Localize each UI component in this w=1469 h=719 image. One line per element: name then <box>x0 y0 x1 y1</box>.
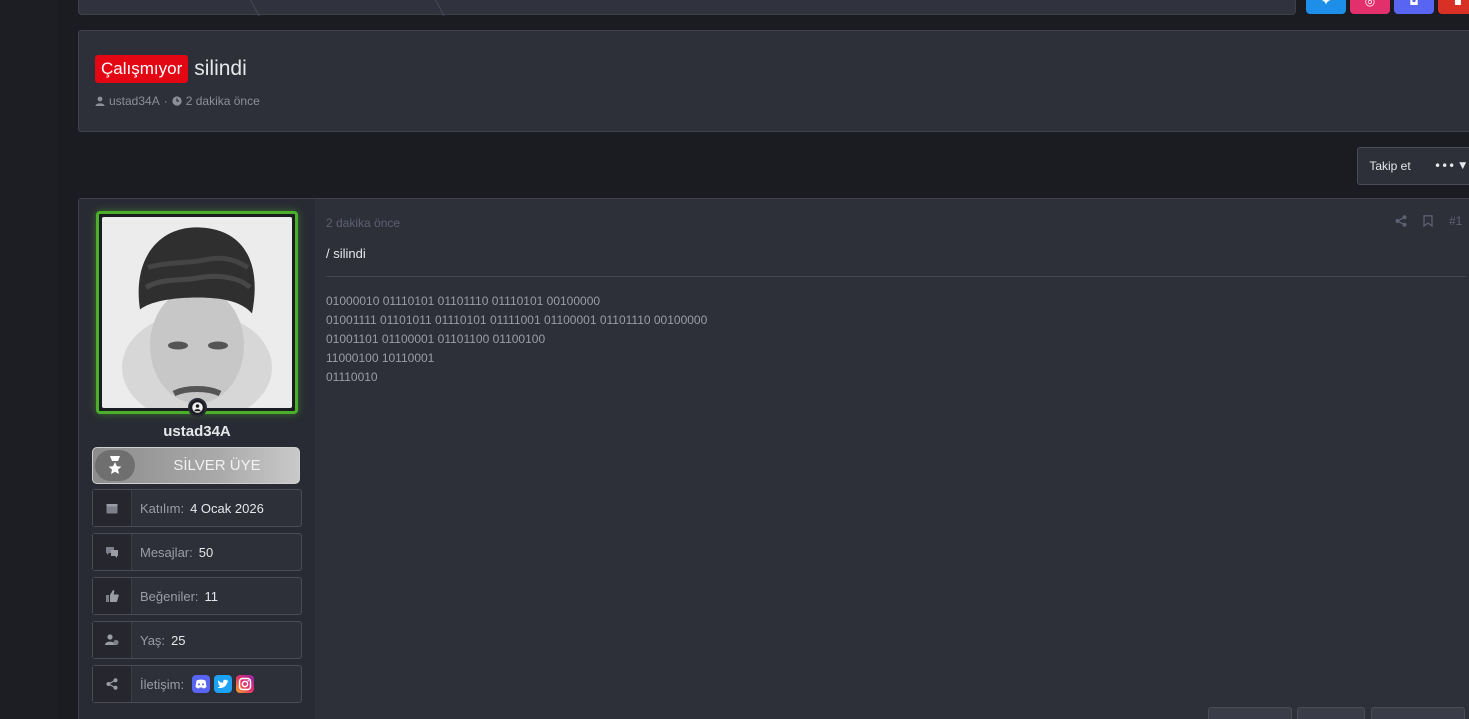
follow-button[interactable]: Takip et <box>1357 147 1423 185</box>
post-heading: / silindi <box>326 246 366 261</box>
stat-label: Mesajlar: <box>140 544 193 560</box>
thread-title: silindi <box>194 57 247 80</box>
share-icon[interactable] <box>1395 215 1407 227</box>
user-icon <box>95 96 105 106</box>
thread-title-row: Çalışmıyor silindi <box>95 55 247 83</box>
post-user-column: ustad34A SİLVER ÜYE Katılım: 4 Ocak 2026… <box>79 199 315 719</box>
breadcrumb-separator <box>417 0 445 16</box>
rank-badge: SİLVER ÜYE <box>92 447 300 484</box>
thread-author-link[interactable]: ustad34A <box>109 94 160 108</box>
instagram-icon: ◎ <box>1364 0 1376 8</box>
post-body-line: 01110010 <box>326 370 378 384</box>
rank-icon <box>95 450 135 481</box>
post-body-line: 11000100 10110001 <box>326 351 435 365</box>
user-stat-likes: Beğeniler: 11 <box>92 577 302 615</box>
avatar-status-icon <box>188 398 207 417</box>
stat-value: 4 Ocak 2026 <box>190 500 264 516</box>
stat-value: 11 <box>204 588 219 604</box>
post-body-line: 01001101 01100001 01101100 01100100 <box>326 332 546 346</box>
post-footer-button[interactable] <box>1371 707 1465 719</box>
instagram-icon[interactable] <box>236 675 255 693</box>
left-gutter <box>0 0 58 719</box>
thread-prefix-badge[interactable]: Çalışmıyor <box>95 55 189 83</box>
user-avatar[interactable] <box>96 211 298 414</box>
caret-down-icon: ▼ <box>1459 161 1467 171</box>
thread-time[interactable]: 2 dakika önce <box>186 94 260 108</box>
social-share-instagram-button[interactable]: ◎ <box>1350 0 1390 14</box>
twitter-icon: ✦ <box>1320 0 1332 8</box>
stat-label: Beğeniler: <box>140 588 199 604</box>
post-body-line: 01000010 01110101 01101110 01110101 0010… <box>326 294 601 308</box>
bookmark-icon[interactable] <box>1423 215 1433 227</box>
youtube-icon: ▪ <box>1453 0 1463 8</box>
stat-value[interactable]: 50 <box>199 545 213 560</box>
discord-icon[interactable] <box>192 675 211 693</box>
discord-icon: ◘ <box>1409 0 1419 8</box>
user-stat-joined: Katılım: 4 Ocak 2026 <box>92 489 302 527</box>
avatar-image <box>102 217 292 408</box>
share-icon <box>93 666 132 702</box>
user-age-icon <box>93 622 132 658</box>
social-share-youtube-button[interactable]: ▪ <box>1438 0 1469 14</box>
clock-icon <box>172 96 182 106</box>
user-stat-age: Yaş: 25 <box>92 621 302 659</box>
avatar-portrait-icon <box>102 217 292 408</box>
post-actions: #1 <box>1395 214 1462 228</box>
messages-icon <box>93 534 132 570</box>
post-username[interactable]: ustad34A <box>79 423 315 440</box>
user-stat-messages: Mesajlar: 50 <box>92 533 302 571</box>
post-footer-button[interactable] <box>1297 707 1365 719</box>
meta-separator: · <box>163 94 168 108</box>
post-divider <box>326 276 1466 277</box>
post-date[interactable]: 2 dakika önce <box>326 216 400 230</box>
post-footer-button[interactable] <box>1208 707 1292 719</box>
thread-header: Çalışmıyor silindi ustad34A · 2 dakika ö… <box>78 30 1469 132</box>
thread-meta: ustad34A · 2 dakika önce <box>95 94 260 108</box>
breadcrumb-separator <box>232 0 260 16</box>
stat-label: Yaş: <box>140 632 166 648</box>
post-number[interactable]: #1 <box>1449 214 1462 228</box>
thumbs-up-icon <box>93 578 132 614</box>
stat-label: Katılım: <box>140 500 185 516</box>
more-dots: ••• <box>1434 159 1456 173</box>
breadcrumb <box>78 0 1296 16</box>
social-share-discord-button[interactable]: ◘ <box>1394 0 1434 14</box>
post-body: 01000010 01110101 01101110 01110101 0010… <box>326 292 707 387</box>
stat-value: 25 <box>171 632 186 648</box>
social-share-twitter-button[interactable]: ✦ <box>1306 0 1346 14</box>
more-options-button[interactable]: ••• ▼ <box>1422 147 1469 185</box>
post-body-line: 01001111 01101011 01110101 01111001 0110… <box>326 313 708 327</box>
stat-label: İletişim: <box>140 676 185 692</box>
calendar-icon <box>93 490 132 526</box>
user-stat-contact: İletişim: <box>92 665 302 703</box>
rank-label: SİLVER ÜYE <box>173 457 261 474</box>
post-message: ustad34A SİLVER ÜYE Katılım: 4 Ocak 2026… <box>78 198 1469 719</box>
twitter-icon[interactable] <box>214 675 233 693</box>
